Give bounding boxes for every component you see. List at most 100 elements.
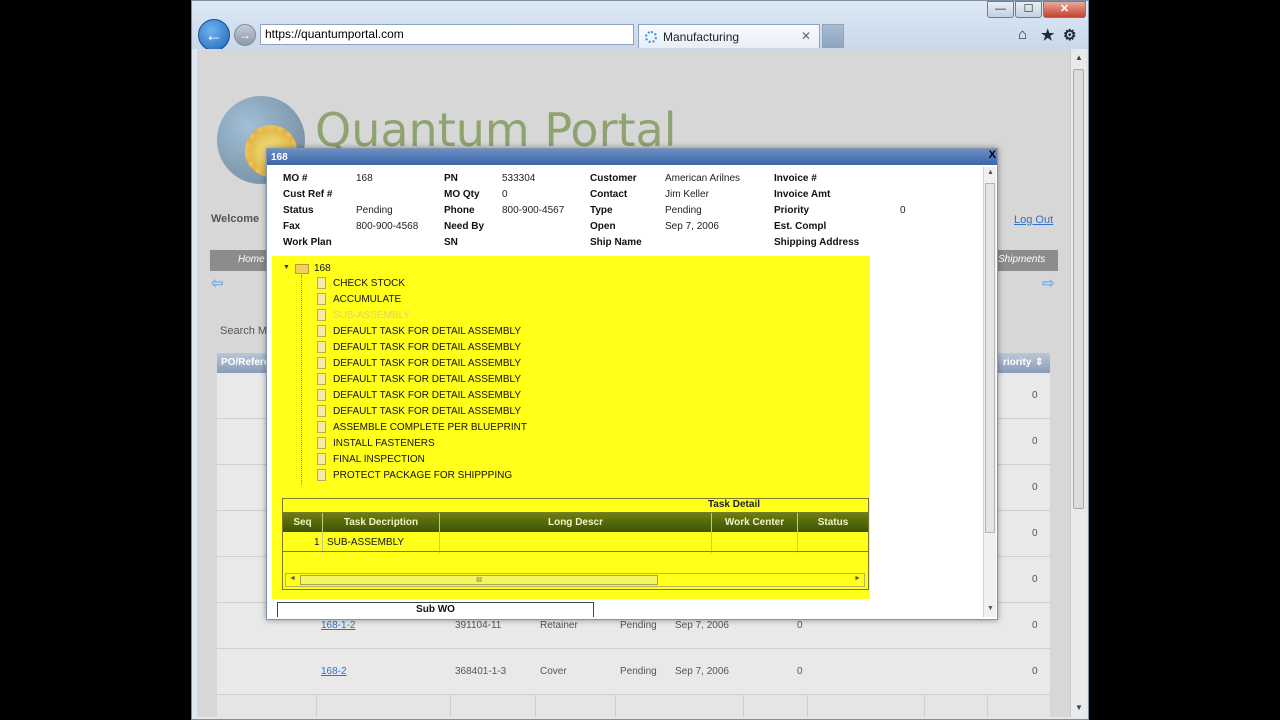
status-label: Status — [283, 205, 314, 216]
back-arrow-icon: ← — [205, 24, 223, 45]
scroll-up-icon[interactable]: ▲ — [1075, 53, 1083, 62]
tab-manufacturing[interactable]: Manufacturing ✕ — [638, 24, 820, 48]
mo-link[interactable]: 168-1-2 — [321, 620, 355, 631]
tree-root[interactable]: ▼ 168 — [282, 263, 331, 274]
address-bar[interactable]: https://quantumportal.com — [260, 24, 634, 45]
document-icon — [317, 469, 326, 481]
type-label: Type — [590, 205, 613, 216]
contact-value: Jim Keller — [665, 189, 709, 200]
mo-detail-dialog: 168 X MO # 168 Cust Ref # Status Pending… — [266, 148, 998, 620]
scroll-left-icon[interactable]: ◄ — [289, 575, 296, 582]
tree-item[interactable]: DEFAULT TASK FOR DETAIL ASSEMBLY — [317, 389, 521, 401]
task-detail-grid: Task Detail Seq Task Decription Long Des… — [282, 498, 869, 590]
favorites-star-icon[interactable]: ★ — [1041, 26, 1054, 44]
forward-arrow-icon: → — [239, 28, 251, 42]
page-scrollbar[interactable]: ▲ ▼ — [1070, 49, 1086, 717]
grid-col-priority[interactable]: riority — [1003, 357, 1031, 368]
tree-item[interactable]: ACCUMULATE — [317, 293, 401, 305]
table-row[interactable]: 168-2 368401-1-3 Cover Pending Sep 7, 20… — [217, 649, 1050, 695]
col-long-descr[interactable]: Long Descr — [440, 517, 711, 528]
estcompl-label: Est. Compl — [774, 221, 827, 232]
grid-col-po[interactable]: PO/Refere — [221, 357, 269, 368]
pn-value: 533304 — [502, 173, 536, 184]
back-button[interactable]: ← — [198, 19, 230, 51]
nav-shipments[interactable]: Shipments — [998, 254, 1045, 265]
tree-item[interactable]: DEFAULT TASK FOR DETAIL ASSEMBLY — [317, 341, 521, 353]
document-icon — [317, 293, 326, 305]
document-icon — [317, 357, 326, 369]
col-task-description[interactable]: Task Decription — [323, 517, 439, 528]
document-icon — [317, 309, 326, 321]
tree-item[interactable]: DEFAULT TASK FOR DETAIL ASSEMBLY — [317, 405, 521, 417]
row-seq: 1 — [314, 537, 320, 548]
settings-gear-icon[interactable]: ⚙ — [1063, 26, 1076, 44]
phone-value: 800-900-4567 — [502, 205, 565, 216]
tree-item[interactable]: DEFAULT TASK FOR DETAIL ASSEMBLY — [317, 325, 521, 337]
nav-home[interactable]: Home — [238, 254, 265, 265]
pn-label: PN — [444, 173, 458, 184]
mo-value: 168 — [356, 173, 373, 184]
dialog-scrollbar[interactable]: ▲ ▼ — [983, 167, 996, 617]
scroll-thumb[interactable]: III — [300, 575, 658, 585]
col-seq[interactable]: Seq — [283, 517, 322, 528]
status-value: Pending — [356, 205, 393, 216]
scroll-thumb[interactable] — [985, 183, 995, 533]
priority-value: 0 — [900, 205, 906, 216]
sort-icon[interactable]: ⇕ — [1035, 357, 1043, 368]
next-arrow-icon[interactable]: ⇨ — [1042, 274, 1055, 292]
folder-icon — [295, 263, 309, 274]
tree-item[interactable]: DEFAULT TASK FOR DETAIL ASSEMBLY — [317, 357, 521, 369]
document-icon — [317, 405, 326, 417]
open-label: Open — [590, 221, 616, 232]
col-status[interactable]: Status — [798, 517, 868, 528]
mo-link[interactable]: 168-2 — [321, 666, 347, 677]
type-value: Pending — [665, 205, 702, 216]
sn-label: SN — [444, 237, 458, 248]
collapse-toggle-icon[interactable]: ▼ — [282, 264, 291, 273]
tree-item[interactable]: DEFAULT TASK FOR DETAIL ASSEMBLY — [317, 373, 521, 385]
logout-link[interactable]: Log Out — [1014, 214, 1053, 226]
tree-item[interactable]: INSTALL FASTENERS — [317, 437, 435, 449]
horizontal-scrollbar[interactable]: ◄ III ► — [285, 573, 865, 587]
table-row[interactable]: 1 SUB-ASSEMBLY — [283, 532, 868, 552]
invamt-label: Invoice Amt — [774, 189, 831, 200]
close-tab-icon[interactable]: ✕ — [801, 29, 811, 43]
close-window-button[interactable]: ✕ — [1043, 1, 1086, 18]
fax-label: Fax — [283, 221, 301, 232]
open-value: Sep 7, 2006 — [665, 221, 719, 232]
tree-item-selected[interactable]: SUB-ASSEMBLY — [317, 309, 410, 321]
document-icon — [317, 277, 326, 289]
task-detail-header: Seq Task Decription Long Descr Work Cent… — [283, 513, 868, 532]
tree-item[interactable]: PROTECT PACKAGE FOR SHIPPPING — [317, 469, 512, 481]
invoice-label: Invoice # — [774, 173, 817, 184]
priority-label: Priority — [774, 205, 810, 216]
document-icon — [317, 437, 326, 449]
document-icon — [317, 341, 326, 353]
document-icon — [317, 373, 326, 385]
scroll-up-icon[interactable]: ▲ — [987, 169, 994, 176]
search-label: Search M — [220, 325, 268, 337]
loading-icon — [645, 31, 657, 43]
scroll-thumb[interactable] — [1073, 69, 1084, 509]
document-icon — [317, 453, 326, 465]
forward-button[interactable]: → — [234, 24, 256, 46]
tab-title: Manufacturing — [663, 30, 740, 44]
shipaddr-label: Shipping Address — [774, 237, 860, 248]
tree-item[interactable]: FINAL INSPECTION — [317, 453, 425, 465]
dialog-close-button[interactable]: X — [989, 149, 996, 161]
work-plan-tree: ▼ 168 CHECK STOCK ACCUMULATE SUB-ASSEMBL… — [272, 256, 870, 599]
maximize-button[interactable]: ☐ — [1015, 1, 1042, 18]
document-icon — [317, 325, 326, 337]
row-task: SUB-ASSEMBLY — [327, 537, 405, 548]
scroll-down-icon[interactable]: ▼ — [1075, 703, 1083, 712]
tree-item[interactable]: ASSEMBLE COMPLETE PER BLUEPRINT — [317, 421, 527, 433]
new-tab-button[interactable] — [822, 24, 844, 48]
prev-arrow-icon[interactable]: ⇦ — [211, 274, 224, 292]
scroll-down-icon[interactable]: ▼ — [987, 605, 994, 612]
home-icon[interactable]: ⌂ — [1018, 26, 1027, 43]
shipname-label: Ship Name — [590, 237, 642, 248]
col-work-center[interactable]: Work Center — [712, 517, 797, 528]
scroll-right-icon[interactable]: ► — [854, 575, 861, 582]
tree-item[interactable]: CHECK STOCK — [317, 277, 405, 289]
minimize-button[interactable]: — — [987, 1, 1014, 18]
